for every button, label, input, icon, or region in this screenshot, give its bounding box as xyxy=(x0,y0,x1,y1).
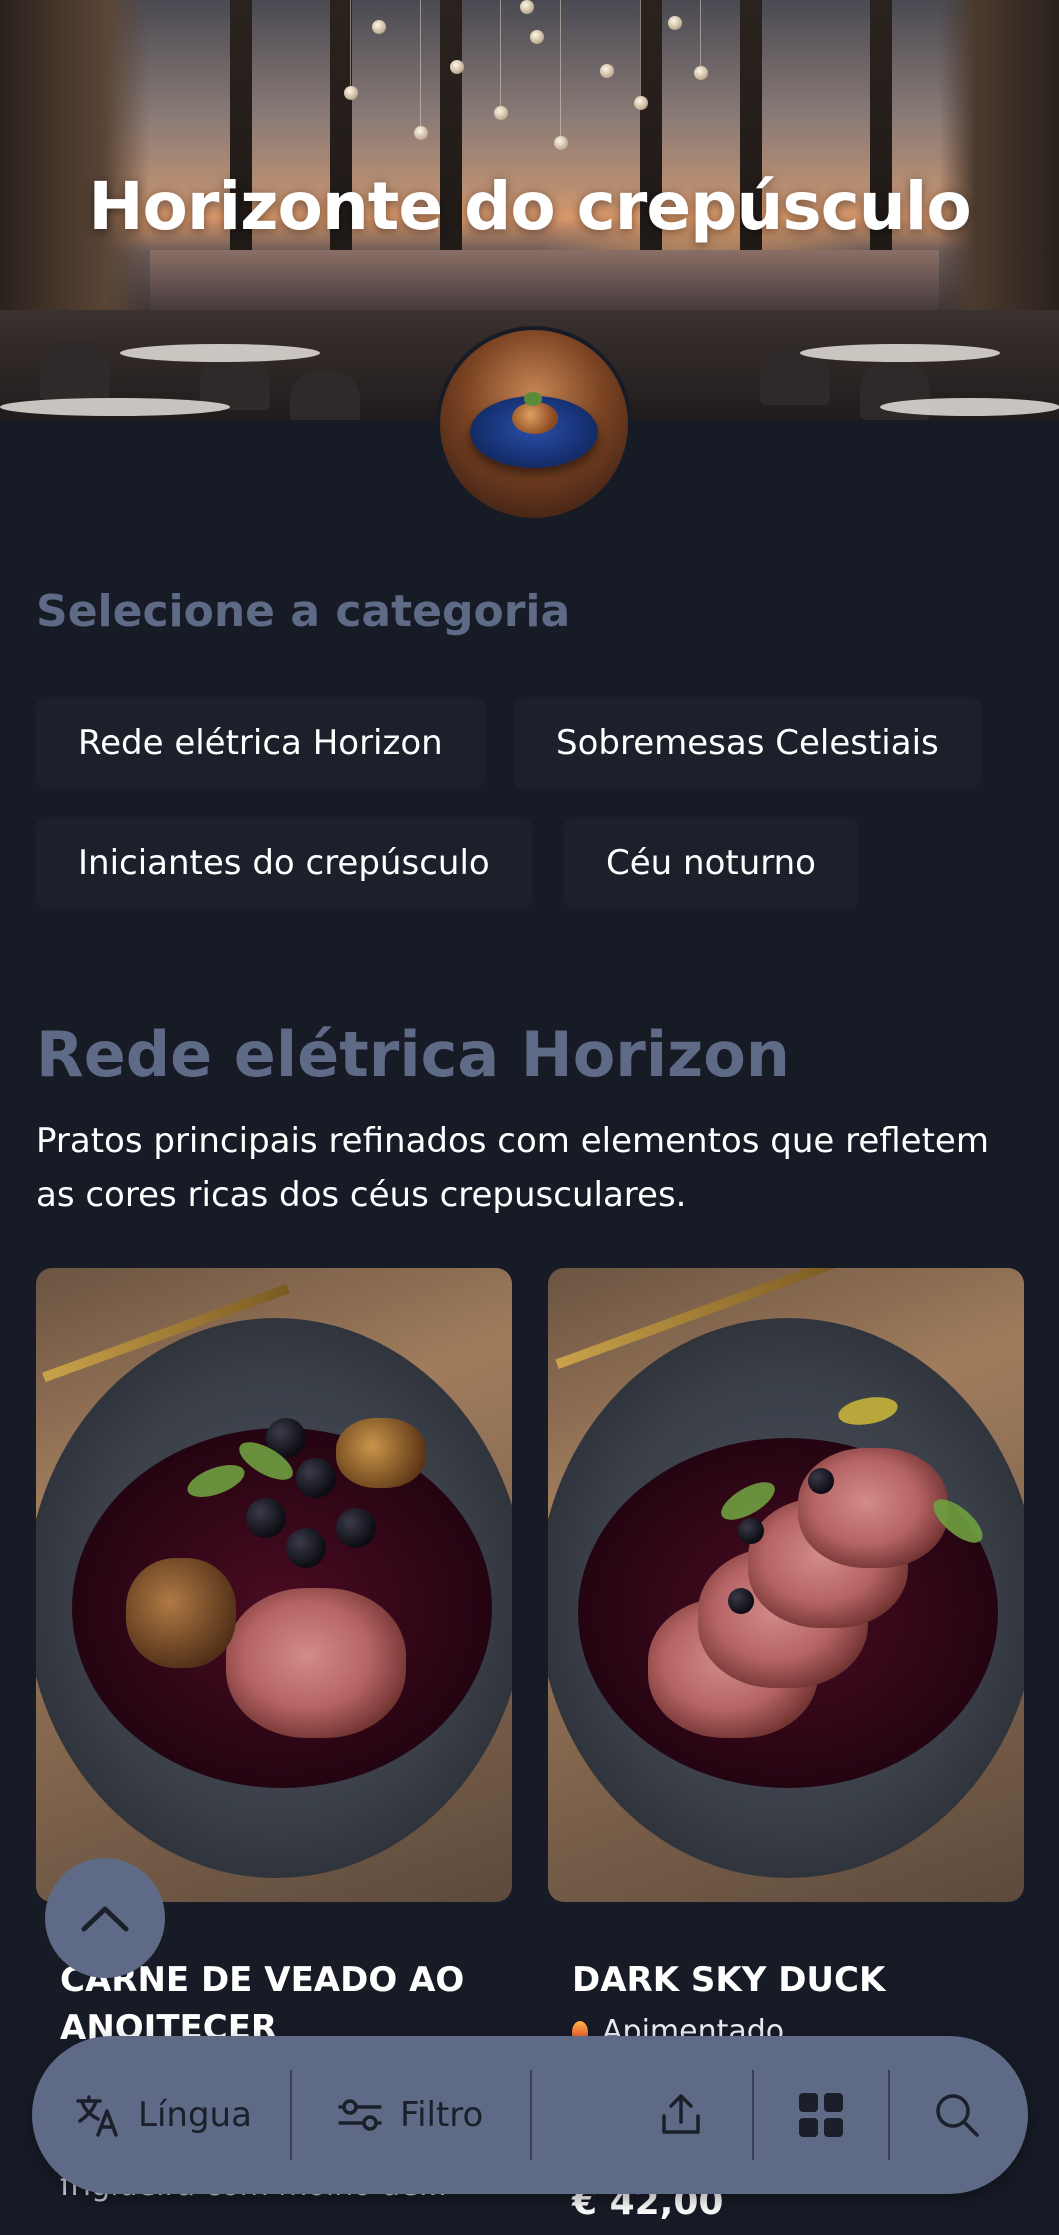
translate-icon xyxy=(76,2095,118,2137)
chevron-up-icon xyxy=(81,1906,129,1932)
search-icon xyxy=(936,2094,979,2137)
share-icon xyxy=(662,2094,700,2134)
section-description: Pratos principais refinados com elemento… xyxy=(36,1121,989,1215)
search-button[interactable] xyxy=(932,2036,982,2194)
grid-view-button[interactable] xyxy=(796,2036,846,2194)
section-title: Rede elétrica Horizon xyxy=(36,1018,790,1091)
filter-icon xyxy=(338,2099,382,2131)
category-chip-label: Céu noturno xyxy=(606,843,816,883)
category-chip-rede-eletrica[interactable]: Rede elétrica Horizon xyxy=(36,697,485,789)
category-heading: Selecione a categoria xyxy=(36,586,571,637)
filter-button[interactable]: Filtro xyxy=(336,2036,483,2194)
category-chip-label: Sobremesas Celestiais xyxy=(556,723,939,763)
category-chip-iniciantes[interactable]: Iniciantes do crepúsculo xyxy=(36,817,532,909)
scroll-to-top-button[interactable] xyxy=(45,1858,165,1978)
category-chip-sobremesas[interactable]: Sobremesas Celestiais xyxy=(514,697,981,789)
restaurant-logo xyxy=(436,326,632,522)
duck-dish-image[interactable] xyxy=(548,1268,1024,1902)
bottom-toolbar: Língua Filtro xyxy=(32,2036,1028,2194)
filter-label: Filtro xyxy=(400,2095,484,2135)
category-chip-label: Iniciantes do crepúsculo xyxy=(78,843,490,883)
dish-name[interactable]: DARK SKY DUCK xyxy=(572,1956,1012,2004)
grid-icon xyxy=(799,2093,843,2137)
venison-dish-image[interactable] xyxy=(36,1268,512,1902)
language-button[interactable]: Língua xyxy=(74,2036,252,2194)
restaurant-title: Horizonte do crepúsculo xyxy=(88,168,971,245)
share-button[interactable] xyxy=(656,2036,706,2194)
category-chip-ceu-noturno[interactable]: Céu noturno xyxy=(564,817,858,909)
category-chip-label: Rede elétrica Horizon xyxy=(78,723,443,763)
language-label: Língua xyxy=(138,2095,252,2135)
